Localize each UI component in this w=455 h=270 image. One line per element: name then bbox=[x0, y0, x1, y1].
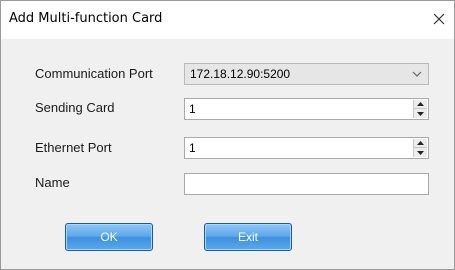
ethernet-port-label: Ethernet Port bbox=[35, 140, 112, 155]
communication-port-select[interactable]: 172.18.12.90:5200 bbox=[184, 63, 429, 85]
triangle-up-icon bbox=[417, 102, 424, 106]
title-bar: Add Multi-function Card bbox=[1, 1, 454, 39]
dialog-title: Add Multi-function Card bbox=[9, 11, 163, 26]
ethernet-port-value: 1 bbox=[189, 141, 196, 155]
sending-card-spin-buttons bbox=[413, 100, 427, 118]
ethernet-port-spin-buttons bbox=[413, 139, 427, 157]
name-field[interactable] bbox=[184, 173, 429, 195]
ok-button[interactable]: OK bbox=[65, 223, 153, 251]
sending-card-value: 1 bbox=[189, 102, 196, 116]
name-label: Name bbox=[35, 175, 70, 190]
sending-card-decrement-button[interactable] bbox=[414, 109, 427, 118]
ethernet-port-decrement-button[interactable] bbox=[414, 148, 427, 157]
chevron-down-icon bbox=[412, 71, 422, 77]
triangle-down-icon bbox=[417, 111, 424, 116]
exit-button[interactable]: Exit bbox=[204, 223, 292, 251]
sending-card-increment-button[interactable] bbox=[414, 100, 427, 109]
add-multi-function-card-dialog: Add Multi-function Card Communication Po… bbox=[0, 0, 455, 270]
communication-port-label: Communication Port bbox=[35, 66, 153, 81]
ethernet-port-increment-button[interactable] bbox=[414, 139, 427, 148]
close-icon bbox=[433, 13, 445, 25]
triangle-down-icon bbox=[417, 150, 424, 155]
communication-port-value: 172.18.12.90:5200 bbox=[190, 67, 291, 81]
ethernet-port-spinbox[interactable]: 1 bbox=[184, 137, 429, 159]
triangle-up-icon bbox=[417, 141, 424, 145]
sending-card-label: Sending Card bbox=[35, 100, 115, 115]
close-button[interactable] bbox=[428, 8, 450, 30]
sending-card-spinbox[interactable]: 1 bbox=[184, 98, 429, 120]
